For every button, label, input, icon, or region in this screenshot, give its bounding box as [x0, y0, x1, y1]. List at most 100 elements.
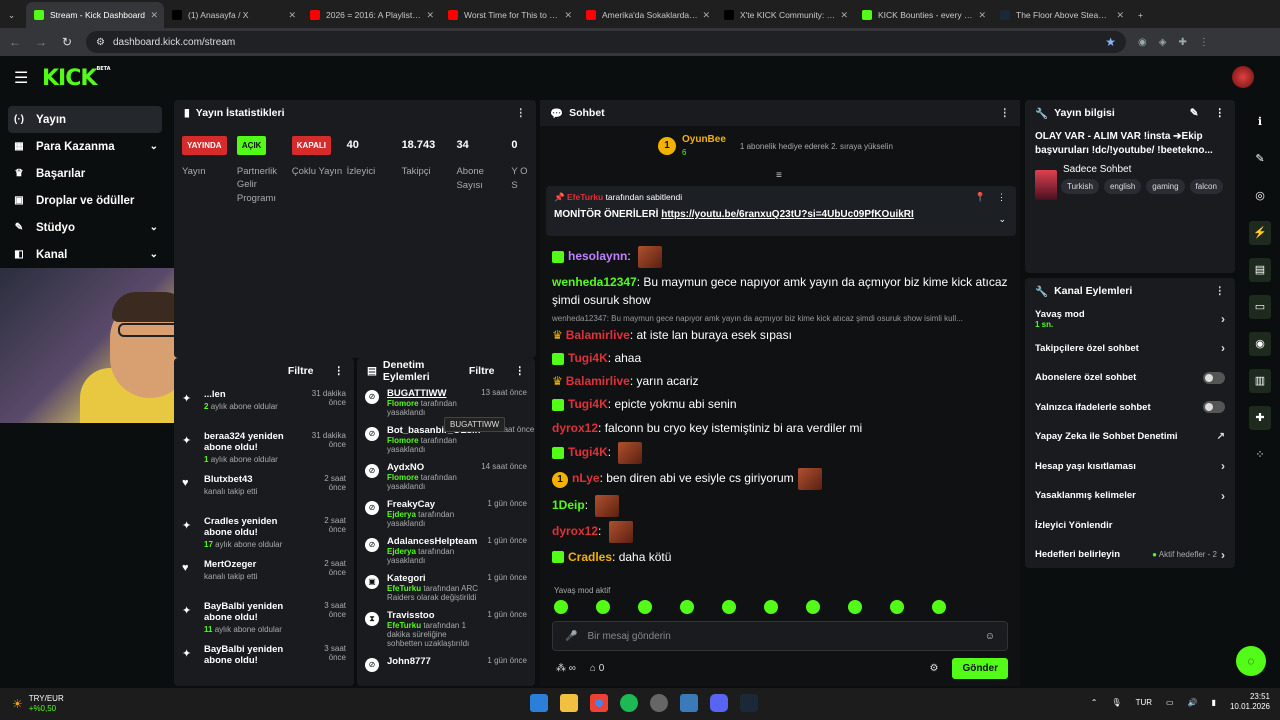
modlog-actor[interactable]: Flomore	[387, 399, 419, 408]
chat-username[interactable]: wenheda12347	[552, 275, 637, 289]
chat-input[interactable]: 🎤 Bir mesaj gönderin ☺	[552, 621, 1008, 651]
widget-ticker[interactable]: ☀ TRY/EUR +%0,50	[0, 694, 64, 715]
puzzle-icon[interactable]: ✚	[1178, 37, 1186, 48]
chat-username[interactable]: Balamirlive	[566, 374, 630, 388]
emote-icon[interactable]	[638, 600, 652, 614]
app-icon[interactable]	[650, 694, 668, 712]
browser-tab[interactable]: Worst Time for This to Ha ✕	[440, 2, 578, 28]
emote-icon[interactable]	[722, 600, 736, 614]
dots-icon[interactable]: ⁘	[1249, 443, 1271, 467]
browser-tab[interactable]: Amerika'da Sokaklardan P ✕	[578, 2, 716, 28]
channel-action[interactable]: Yasaklanmış kelimeler ›	[1025, 481, 1235, 511]
emote-icon[interactable]	[890, 600, 904, 614]
explorer-icon[interactable]	[560, 694, 578, 712]
tag-chip[interactable]: gaming	[1146, 179, 1185, 194]
toggle-switch[interactable]	[1203, 371, 1225, 384]
more-options-icon[interactable]: ⋮	[1000, 107, 1011, 119]
modlog-actor[interactable]: EfeTurku	[387, 621, 421, 630]
modlog-actor[interactable]: Ejderya	[387, 510, 416, 519]
mic-icon[interactable]: 🎤	[565, 631, 577, 642]
browser-tab[interactable]: (1) Anasayfa / X ✕	[164, 2, 302, 28]
steam-icon[interactable]	[740, 694, 758, 712]
chat-username[interactable]: 1Deip	[552, 498, 585, 512]
extension-icon[interactable]: ◈	[1159, 37, 1167, 48]
more-options-icon[interactable]: ⋮	[1215, 107, 1226, 119]
collapse-icon[interactable]: ≡	[776, 170, 782, 181]
chevron-right-icon[interactable]: ›	[1221, 548, 1225, 562]
sidebar-item[interactable]: ▣ Droplar ve ödüller	[0, 187, 170, 214]
sidebar-item[interactable]: (·) Yayın	[8, 106, 162, 133]
modlog-user[interactable]: Kategori	[387, 573, 479, 584]
chat-username[interactable]: Tugi4K	[568, 351, 608, 365]
chevron-up-icon[interactable]: ⌃	[1091, 698, 1098, 707]
bookmark-star-icon[interactable]: ★	[1105, 35, 1116, 49]
tab-search-icon[interactable]: ⌄	[0, 2, 26, 28]
sidebar-item[interactable]: ♛ Başarılar	[0, 160, 170, 187]
chat-username[interactable]: hesolaynn	[568, 249, 627, 263]
close-tab-icon[interactable]: ✕	[978, 10, 986, 21]
app-icon[interactable]	[680, 694, 698, 712]
close-tab-icon[interactable]: ✕	[1116, 10, 1124, 21]
chat-username[interactable]: Tugi4K	[568, 445, 608, 459]
modlog-user[interactable]: AydxNO	[387, 462, 473, 473]
browser-tab[interactable]: 2026 = 2016: A Playlist - Y ✕	[302, 2, 440, 28]
chrome-icon[interactable]	[590, 694, 608, 712]
chat-icon[interactable]: ▭	[1249, 295, 1271, 319]
points-icon[interactable]: ⁂ ∞	[556, 663, 576, 674]
browser-tab[interactable]: KICK Bounties - every pla ✕	[854, 2, 992, 28]
kick-logo[interactable]: KICKBETA	[42, 66, 111, 91]
chevron-right-icon[interactable]: ›	[1221, 341, 1225, 355]
chat-username[interactable]: Cradles	[568, 550, 612, 564]
battery-icon[interactable]: ▮	[1212, 698, 1216, 707]
close-tab-icon[interactable]: ✕	[288, 10, 296, 21]
emote-icon[interactable]	[554, 600, 568, 614]
clipboard-icon[interactable]: ▤	[1249, 258, 1271, 282]
close-tab-icon[interactable]: ✕	[840, 10, 848, 21]
edit-icon[interactable]: ✎	[1190, 107, 1199, 119]
modlog-actor[interactable]: Flomore	[387, 473, 419, 482]
events-filter-button[interactable]: Filtre	[288, 365, 314, 377]
chat-username[interactable]: nLye	[572, 471, 600, 485]
extension-icon[interactable]: ◉	[1138, 37, 1147, 48]
clock[interactable]: 23:51 10.01.2026	[1230, 692, 1270, 713]
chat-username[interactable]: Balamirlive	[566, 328, 630, 342]
menu-icon[interactable]: ⋮	[1199, 37, 1209, 48]
hamburger-menu-icon[interactable]: ☰	[14, 68, 38, 88]
chat-username[interactable]: Tugi4K	[568, 397, 608, 411]
store-icon[interactable]: ⌂ 0	[590, 663, 604, 674]
channel-action[interactable]: Yavaş mod 1 sn. ›	[1025, 304, 1235, 334]
start-icon[interactable]	[530, 694, 548, 712]
language-indicator[interactable]: TUR	[1136, 698, 1152, 707]
new-tab-icon[interactable]: +	[1130, 2, 1154, 28]
chevron-right-icon[interactable]: ›	[1221, 489, 1225, 503]
site-info-icon[interactable]: ⚙	[96, 37, 105, 48]
modlog-actor[interactable]: Flomore	[387, 436, 419, 445]
sidebar-item[interactable]: ▦ Para Kazanma ⌄	[0, 133, 170, 160]
chat-username[interactable]: dyrox12	[552, 421, 598, 435]
tag-chip[interactable]: falcon	[1189, 179, 1223, 194]
chat-username[interactable]: dyrox12	[552, 524, 598, 538]
network-icon[interactable]: ▭	[1166, 698, 1174, 707]
emoji-picker-icon[interactable]: ☺	[985, 631, 995, 642]
modlog-actor[interactable]: Ejderya	[387, 547, 416, 556]
chevron-right-icon[interactable]: ›	[1221, 312, 1225, 326]
close-tab-icon[interactable]: ✕	[150, 10, 158, 21]
volume-icon[interactable]: 🔊	[1188, 698, 1198, 707]
close-tab-icon[interactable]: ✕	[426, 10, 434, 21]
modlog-user[interactable]: BUGATTIWW	[387, 388, 473, 399]
more-options-icon[interactable]: ⋮	[997, 192, 1006, 203]
more-options-icon[interactable]: ⋮	[515, 365, 526, 377]
spotify-icon[interactable]	[620, 694, 638, 712]
pinned-link[interactable]: https://youtu.be/6ranxuQ23tU?si=4UbUc09P…	[661, 209, 914, 220]
channel-action[interactable]: Takipçilere özel sohbet ›	[1025, 334, 1235, 364]
browser-tab[interactable]: The Floor Above Steam's O ✕	[992, 2, 1130, 28]
pen-icon[interactable]: ✎	[1249, 147, 1271, 171]
layout-icon[interactable]: ▥	[1249, 369, 1271, 393]
modlog-user[interactable]: Travisstoo	[387, 610, 479, 621]
chevron-right-icon[interactable]: ›	[1221, 459, 1225, 473]
emote-icon[interactable]	[848, 600, 862, 614]
emote-icon[interactable]	[932, 600, 946, 614]
emote-icon[interactable]	[764, 600, 778, 614]
external-link-icon[interactable]: ↗	[1217, 431, 1225, 442]
modlog-user[interactable]: John8777	[387, 656, 479, 667]
